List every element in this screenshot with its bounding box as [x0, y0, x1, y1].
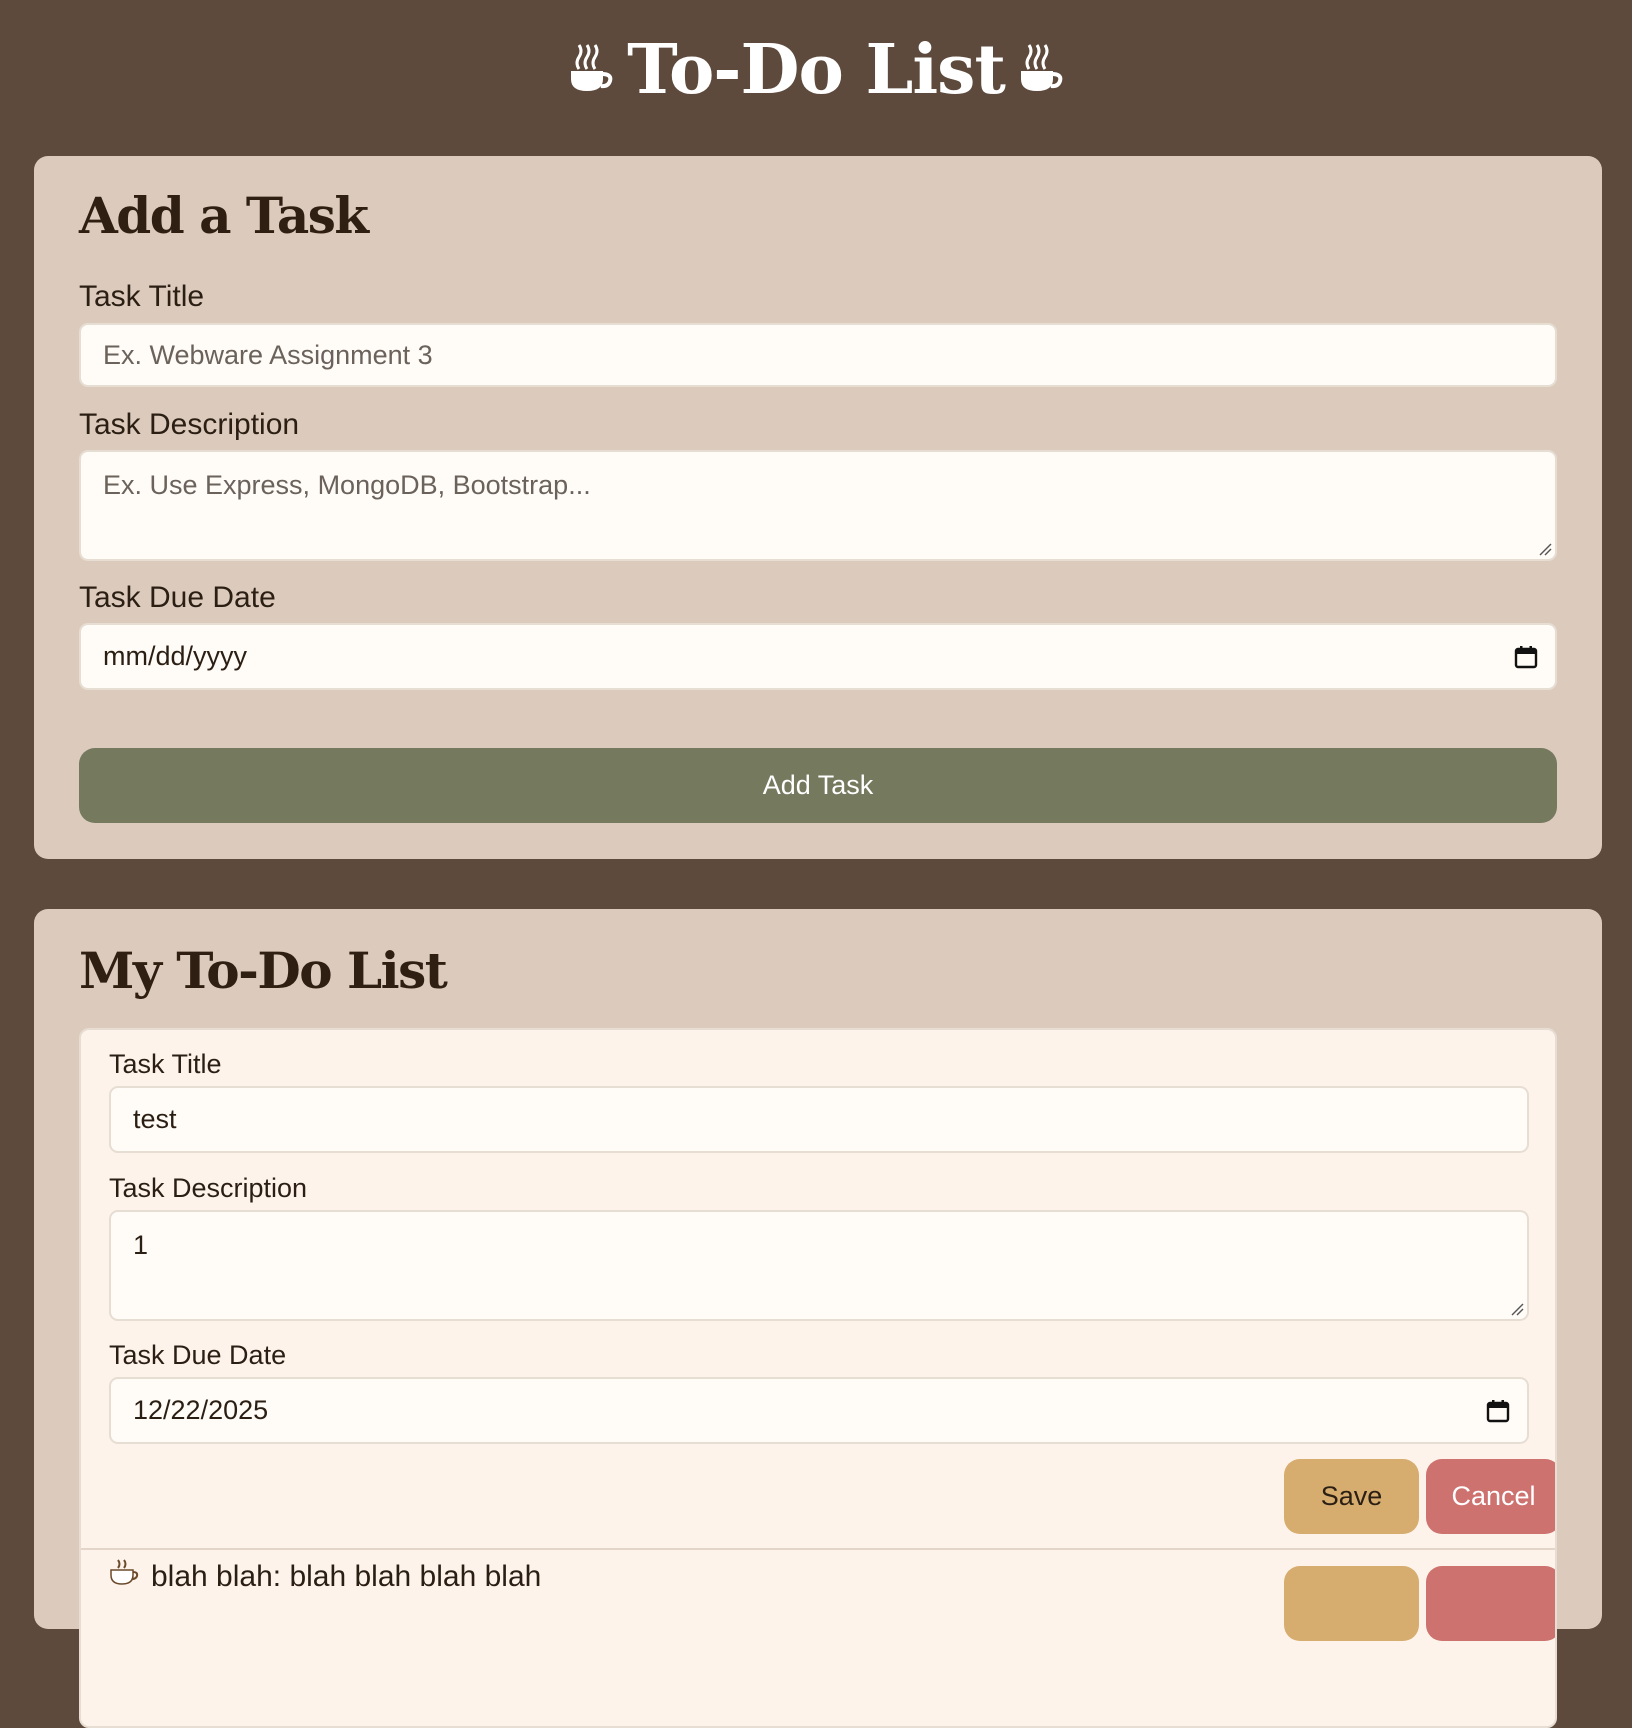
calendar-icon[interactable] — [1513, 644, 1539, 670]
task-due-date-input[interactable]: mm/dd/yyyy — [79, 623, 1557, 690]
add-task-heading: Add a Task — [79, 186, 369, 245]
task-due-date-label: Task Due Date — [79, 581, 276, 614]
resize-grip-icon[interactable] — [1510, 1302, 1524, 1316]
divider — [81, 1548, 1555, 1550]
task-title-label: Task Title — [79, 280, 205, 313]
cancel-button[interactable]: Cancel — [1426, 1459, 1555, 1534]
delete-button[interactable] — [1426, 1566, 1555, 1641]
page-title: To-Do List — [0, 28, 1632, 118]
task-description-input[interactable]: Ex. Use Express, MongoDB, Bootstrap... — [79, 450, 1557, 561]
calendar-icon[interactable] — [1485, 1398, 1511, 1424]
app-title: To-Do List — [627, 30, 1006, 110]
task-title-input[interactable]: Ex. Webware Assignment 3 — [79, 323, 1557, 387]
task-title-placeholder: Ex. Webware Assignment 3 — [103, 339, 433, 370]
edit-task-title-input[interactable]: test — [109, 1086, 1529, 1153]
add-task-card: Add a Task Task Title Ex. Webware Assign… — [34, 156, 1602, 859]
edit-task-due-date-input[interactable]: 12/22/2025 — [109, 1377, 1529, 1444]
edit-task-title-label: Task Title — [109, 1049, 222, 1079]
coffee-icon — [569, 28, 613, 112]
todo-list-card: My To-Do List Task Title test Task Descr… — [34, 909, 1602, 1728]
edit-button[interactable] — [1284, 1566, 1419, 1641]
edit-task-due-date-label: Task Due Date — [109, 1340, 287, 1370]
edit-task-description-label: Task Description — [109, 1173, 308, 1203]
save-button[interactable]: Save — [1284, 1459, 1419, 1534]
todo-list-heading: My To-Do List — [79, 941, 448, 1000]
task-description-label: Task Description — [79, 408, 300, 441]
coffee-icon — [109, 1558, 139, 1596]
edit-task-description-input[interactable]: 1 — [109, 1210, 1529, 1321]
task-item-text: blah blah: blah blah blah blah — [151, 1560, 542, 1593]
edit-task-title-value: test — [133, 1104, 177, 1134]
coffee-icon — [1019, 28, 1063, 112]
add-task-button[interactable]: Add Task — [79, 748, 1557, 823]
task-description-placeholder: Ex. Use Express, MongoDB, Bootstrap... — [103, 470, 591, 500]
edit-task-description-value: 1 — [133, 1230, 149, 1260]
edit-task-due-date-value: 12/22/2025 — [133, 1395, 269, 1425]
task-due-date-placeholder: mm/dd/yyyy — [103, 641, 248, 671]
resize-grip-icon[interactable] — [1538, 542, 1552, 556]
task-list: Task Title test Task Description 1 Task … — [79, 1028, 1557, 1728]
